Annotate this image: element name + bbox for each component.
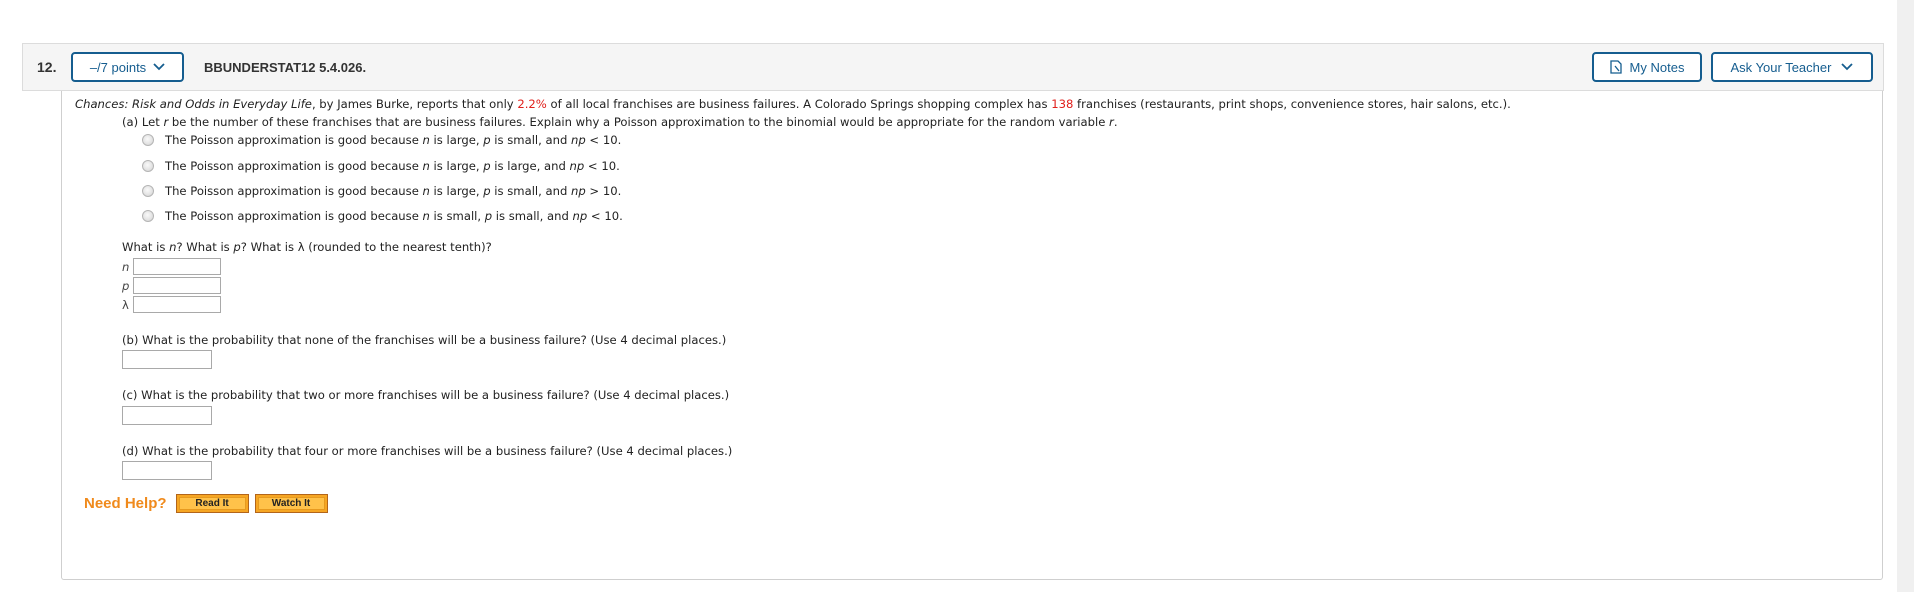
option-label: The Poisson approximation is good becaus… [165,209,623,223]
t: np [571,133,586,147]
intro-text: , by James Burke, reports that only [311,97,518,111]
read-it-label: Read It [178,497,246,510]
t: ? What is λ (rounded to the nearest tent… [240,240,492,254]
t: is small, and [492,209,573,223]
question-body: Chances: Risk and Odds in Everyday Life,… [61,91,1883,580]
t: is large, [429,159,484,173]
scrollbar-track[interactable] [1897,0,1914,592]
t: is large, and [490,159,570,173]
text: be the number of these franchises that a… [168,115,1110,129]
text: (a) Let [122,115,164,129]
lambda-input[interactable] [133,296,221,313]
radio-button[interactable] [142,134,154,146]
text: . [1113,115,1118,129]
option-label: The Poisson approximation is good becaus… [165,159,620,173]
t: < 10. [587,209,623,223]
t: p [483,184,491,198]
need-help-section: Need Help? Read It Watch It [84,494,334,513]
t: The Poisson approximation is good becaus… [165,209,423,223]
params-question: What is n? What is p? What is λ (rounded… [122,240,492,254]
lambda-label: λ [122,297,129,312]
t: n [422,209,430,223]
points-label: –/7 points [89,59,147,75]
t: is large, [429,133,484,147]
t: The Poisson approximation is good becaus… [165,159,423,173]
p-row: p [122,277,221,294]
question-card: 12. –/7 points BBUNDERSTAT12 5.4.026. My… [22,43,1884,580]
t: What is [122,240,170,254]
option-label: The Poisson approximation is good becaus… [165,133,621,147]
points-dropdown[interactable]: –/7 points [71,52,184,82]
question-intro: Chances: Risk and Odds in Everyday Life,… [75,97,1511,111]
t: np [569,159,585,173]
radio-button[interactable] [142,160,154,172]
p-label: p [122,278,130,293]
lambda-row: λ [122,296,221,313]
need-help-label: Need Help? [84,495,167,512]
chevron-down-icon [153,63,165,71]
franchise-count: 138 [1051,97,1074,111]
t: The Poisson approximation is good becaus… [165,133,423,147]
failure-percent: 2.2% [517,97,547,111]
t: p [483,133,491,147]
option-2[interactable]: The Poisson approximation is good becaus… [142,159,620,173]
t: is large, [429,184,484,198]
n-row: n [122,258,221,275]
t: n [422,184,430,198]
intro-text: of all local franchises are business fai… [546,97,1052,111]
ask-your-teacher-button[interactable]: Ask Your Teacher [1711,52,1873,82]
option-label: The Poisson approximation is good becaus… [165,184,621,198]
question-number: 12. [37,59,57,75]
part-c-input[interactable] [122,406,212,425]
question-header: 12. –/7 points BBUNDERSTAT12 5.4.026. My… [22,43,1884,91]
option-1[interactable]: The Poisson approximation is good becaus… [142,133,621,147]
t: The Poisson approximation is good becaus… [165,184,423,198]
question-code: BBUNDERSTAT12 5.4.026. [204,59,367,75]
intro-text: franchises (restaurants, print shops, co… [1073,97,1511,111]
watch-it-label: Watch It [257,497,325,510]
t: < 10. [584,159,620,173]
t: < 10. [585,133,622,147]
ask-teacher-label: Ask Your Teacher [1730,59,1832,75]
n-label: n [122,259,130,274]
part-d-question: (d) What is the probability that four or… [122,444,733,458]
t: is small, and [490,133,572,147]
t: is small, and [490,184,572,198]
radio-button[interactable] [142,185,154,197]
part-b-input[interactable] [122,350,212,369]
read-it-button[interactable]: Read It [175,494,249,513]
t: ? What is [176,240,234,254]
part-c-question: (c) What is the probability that two or … [122,388,730,402]
t: p [483,159,491,173]
t: n [422,133,430,147]
t: is small, [429,209,485,223]
t: np [572,209,588,223]
t: n [422,159,430,173]
option-3[interactable]: The Poisson approximation is good becaus… [142,184,621,198]
option-4[interactable]: The Poisson approximation is good becaus… [142,209,623,223]
note-icon [1609,60,1622,74]
p-input[interactable] [133,277,221,294]
t: > 10. [585,184,622,198]
t: np [571,184,586,198]
n-input[interactable] [133,258,221,275]
book-title: Chances: Risk and Odds in Everyday Life [75,97,312,111]
part-b-question: (b) What is the probability that none of… [122,333,727,347]
my-notes-button[interactable]: My Notes [1592,52,1702,82]
t: p [233,240,241,254]
chevron-down-icon [1841,63,1854,71]
my-notes-label: My Notes [1629,59,1685,75]
part-d-input[interactable] [122,461,212,480]
radio-button[interactable] [142,210,154,222]
part-a-question: (a) Let r be the number of these franchi… [122,115,1118,129]
watch-it-button[interactable]: Watch It [254,494,328,513]
